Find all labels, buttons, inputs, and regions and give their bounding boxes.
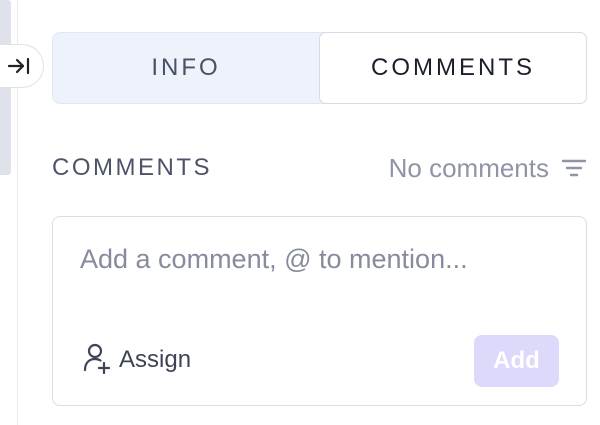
section-title: COMMENTS <box>52 154 212 181</box>
user-plus-icon <box>83 342 113 379</box>
add-comment-button[interactable]: Add <box>474 335 559 387</box>
filter-icon[interactable] <box>561 157 587 179</box>
comments-header: COMMENTS No comments <box>52 148 587 188</box>
collapse-right-icon <box>7 56 30 76</box>
comments-panel: INFO COMMENTS COMMENTS No comments Add a… <box>0 0 600 425</box>
panel-tabs: INFO COMMENTS <box>52 32 587 104</box>
tab-info[interactable]: INFO <box>53 33 319 103</box>
comments-count-status: No comments <box>388 152 549 183</box>
comment-input[interactable] <box>80 239 560 279</box>
tab-comments[interactable]: COMMENTS <box>319 32 587 104</box>
assign-label: Assign <box>119 346 192 373</box>
assign-button[interactable]: Assign <box>83 342 191 378</box>
comments-meta: No comments <box>389 153 587 184</box>
comment-composer: Assign Add <box>52 216 587 406</box>
collapse-panel-button[interactable] <box>0 44 44 88</box>
